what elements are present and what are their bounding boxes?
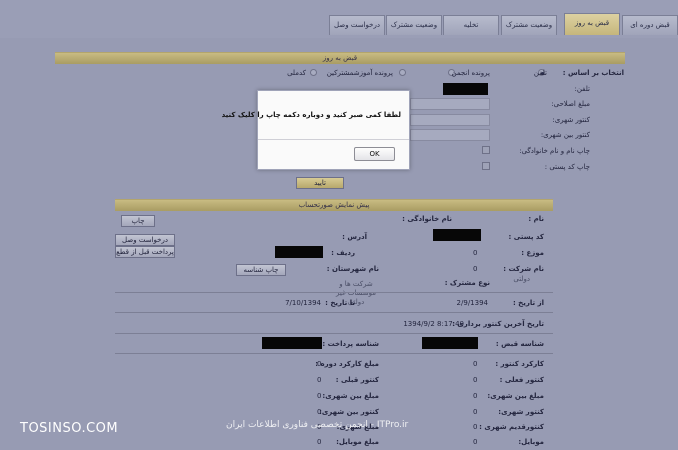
tab-periodic-bill[interactable]: قبض دوره ای bbox=[622, 15, 678, 35]
preview-section-header: پیش نمایش صورتحساب bbox=[115, 199, 553, 211]
area-value: 0 bbox=[473, 249, 478, 257]
cost-right-label-0: کارکرد کنتور : bbox=[495, 360, 544, 368]
bill-id-value-redacted bbox=[422, 337, 478, 349]
request-connect-button[interactable]: درخواست وصل bbox=[115, 234, 175, 246]
company-label: نام شرکت : bbox=[503, 265, 544, 273]
radio-national-code-label: کدملی bbox=[287, 69, 306, 77]
divider-2 bbox=[115, 312, 553, 313]
cost-left-label-3: کنتور بین شهری: bbox=[319, 408, 379, 416]
phone-field-redacted[interactable] bbox=[443, 83, 488, 95]
cost-left-value-2: 0 bbox=[317, 392, 322, 400]
alert-dialog: لطفا کمی صبر کنید و دوباره دکمه چاپ را ک… bbox=[222, 90, 410, 170]
city-name-value: 0 bbox=[473, 265, 478, 273]
cost-left-label-2: مبلغ بین شهری: bbox=[322, 392, 379, 400]
watermark-left: TOSINSO.COM bbox=[20, 421, 119, 436]
row-value-redacted bbox=[275, 246, 323, 258]
cost-right-value-3: 0 bbox=[473, 408, 478, 416]
cost-left-label-1: کنتور قبلی : bbox=[335, 376, 379, 384]
cost-right-value-2: 0 bbox=[473, 392, 478, 400]
tab-subscriber-status[interactable]: وضعیت مشترک bbox=[501, 15, 557, 35]
bill-id-label: شناسه قبض : bbox=[495, 340, 544, 348]
pay-before-cut-button[interactable]: پرداخت قبل از قطع bbox=[115, 246, 175, 258]
radio-edu-label: پرونده آموزشمشترکین bbox=[326, 69, 393, 77]
from-date-label: از تاریخ : bbox=[512, 299, 544, 307]
divider-3 bbox=[115, 333, 553, 334]
cost-right-label-5: موبایل: bbox=[518, 438, 544, 446]
cost-left-value-1: 0 bbox=[317, 376, 322, 384]
search-section-header: قبض به روز bbox=[55, 52, 625, 64]
cost-right-label-3: کنتور شهری: bbox=[498, 408, 544, 416]
radio-national-code[interactable] bbox=[310, 69, 317, 76]
cost-left-label-5: مبلغ موبایل: bbox=[336, 438, 379, 446]
row-label: ردیف : bbox=[331, 249, 355, 257]
cost-right-value-0: 0 bbox=[473, 360, 478, 368]
city-id-button[interactable]: چاپ شناسه bbox=[236, 264, 286, 276]
sub-type-label: نوع مشترک : bbox=[444, 279, 490, 287]
cost-left-value-3: 0 bbox=[317, 408, 322, 416]
alert-ok-button[interactable]: OK bbox=[354, 147, 395, 161]
print-name-checkbox[interactable] bbox=[482, 146, 490, 154]
print-postal-checkbox[interactable] bbox=[482, 162, 490, 170]
alert-message: لطفا کمی صبر کنید و دوباره دکمه چاپ را ک… bbox=[221, 111, 401, 119]
area-label: موزع : bbox=[521, 249, 544, 257]
select-by-label: انتخاب بر اساس : bbox=[562, 69, 624, 77]
radio-student-label: پرونده انجمن bbox=[451, 69, 491, 77]
confirm-button[interactable]: تایید bbox=[296, 177, 344, 189]
cost-right-label-4: کنتورقدیم شهری : bbox=[479, 423, 544, 431]
intercity-meter-label: کنتور شهری: bbox=[552, 116, 590, 124]
tab-subscriber-status-2[interactable]: وضعیت مشترک bbox=[386, 15, 442, 35]
divider-4 bbox=[115, 353, 553, 354]
intl-meter-input[interactable] bbox=[410, 129, 490, 141]
radio-phone-label: تلفن bbox=[533, 69, 547, 77]
last-read-label: تاریخ آخرین کنتور برداری : bbox=[452, 320, 544, 328]
phone-label: تلفن: bbox=[574, 85, 591, 93]
pay-id-label: شناسه پرداخت : bbox=[322, 340, 379, 348]
cost-right-value-1: 0 bbox=[473, 376, 478, 384]
last-read-value: 1394/9/2 8:17:40 bbox=[403, 320, 464, 328]
family-label: نام خانوادگی : bbox=[402, 215, 452, 223]
alert-separator bbox=[258, 139, 409, 140]
to-date-value: 7/10/1394 bbox=[285, 299, 321, 307]
fix-amount-input[interactable] bbox=[410, 98, 490, 110]
intl-meter-label: کنتور بین شهری: bbox=[540, 131, 590, 139]
intercity-meter-input[interactable] bbox=[410, 114, 490, 126]
cost-right-label-2: مبلغ بین شهری: bbox=[487, 392, 544, 400]
print-button[interactable]: چاپ bbox=[121, 215, 155, 227]
cost-left-value-0: 0 bbox=[317, 360, 322, 368]
tab-evacuation[interactable]: تخلیه bbox=[443, 15, 499, 35]
tab-current-bill[interactable]: قبض به روز bbox=[564, 13, 620, 35]
name-label: نام : bbox=[528, 215, 544, 223]
fix-amount-label: مبلغ اصلاحی: bbox=[551, 100, 590, 108]
cost-right-value-4: 0 bbox=[473, 423, 478, 431]
watermark-center: ITPro.ir - انجمن تخصصی فناوری اطلاعات ای… bbox=[226, 420, 409, 430]
print-postal-label: چاپ کد پستی : bbox=[544, 163, 590, 171]
from-date-value: 2/9/1394 bbox=[456, 299, 488, 307]
cost-right-label-1: کنتور فعلی : bbox=[499, 376, 544, 384]
pay-id-value-redacted bbox=[262, 337, 322, 349]
postal-label: کد پستی : bbox=[508, 233, 544, 241]
print-name-label: چاپ نام و نام خانوادگی: bbox=[519, 147, 590, 155]
divider-1 bbox=[115, 292, 553, 293]
tab-connect-request[interactable]: درخواست وصل bbox=[329, 15, 385, 35]
tab-bar: قبض دوره ای قبض به روز وضعیت مشترک تخلیه… bbox=[0, 0, 678, 38]
cost-left-label-0: مبلغ کارکرد دوره : bbox=[315, 360, 379, 368]
city-name-label: نام شهرستان : bbox=[326, 265, 379, 273]
to-date-label: تا تاریخ : bbox=[325, 299, 355, 307]
radio-edu[interactable] bbox=[399, 69, 406, 76]
company-value: دولتی bbox=[513, 275, 530, 283]
cost-right-value-5: 0 bbox=[473, 438, 478, 446]
cost-left-value-5: 0 bbox=[317, 438, 322, 446]
address-label: آدرس : bbox=[342, 233, 367, 241]
postal-value-redacted bbox=[433, 229, 481, 241]
